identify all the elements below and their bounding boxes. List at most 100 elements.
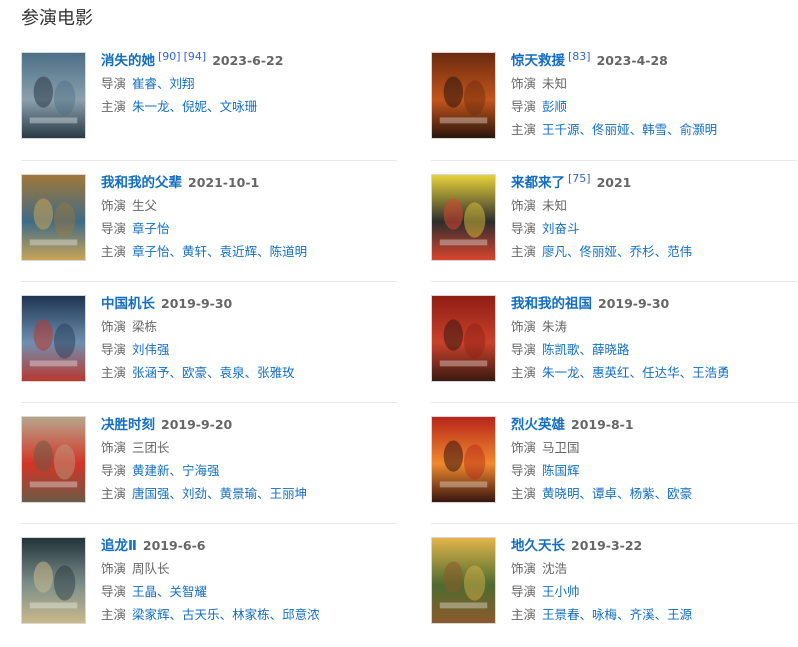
actor-link[interactable]: 王浩勇 xyxy=(692,365,730,380)
actor-link[interactable]: 王千源 xyxy=(542,122,580,137)
movie-poster[interactable] xyxy=(21,52,86,139)
actor-link[interactable]: 张涵予 xyxy=(132,365,170,380)
actor-link[interactable]: 古天乐 xyxy=(182,607,220,622)
movie-poster[interactable] xyxy=(431,416,496,503)
citation-ref[interactable]: [83] xyxy=(568,50,591,63)
actor-link[interactable]: 谭卓 xyxy=(592,486,617,501)
actor-link[interactable]: 刘劲 xyxy=(182,486,207,501)
actor-link[interactable]: 陈道明 xyxy=(270,244,308,259)
actor-link[interactable]: 黄轩 xyxy=(182,244,207,259)
actor-link[interactable]: 乔杉 xyxy=(630,244,655,259)
role-row: 饰演 周队长 xyxy=(101,557,397,580)
movie-poster[interactable] xyxy=(431,537,496,624)
actor-link[interactable]: 韩雪 xyxy=(642,122,667,137)
actor-link[interactable]: 王丽坤 xyxy=(270,486,308,501)
director-link[interactable]: 彭顺 xyxy=(542,99,567,114)
movie-poster[interactable] xyxy=(431,295,496,382)
director-link[interactable]: 王晶 xyxy=(132,584,157,599)
movie-info: 我和我的父辈 2021-10-1 饰演 生父 导演 章子怡 主演 章子怡、黄轩、袁近辉、陈道明 xyxy=(101,172,397,263)
role-row: 饰演 沈浩 xyxy=(511,557,798,580)
release-date: 2021 xyxy=(596,175,632,190)
poster-image xyxy=(432,417,495,502)
actor-link[interactable]: 杨紫 xyxy=(630,486,655,501)
name-delimiter: 、 xyxy=(169,463,183,478)
director-link[interactable]: 刘伟强 xyxy=(132,342,170,357)
movie-title-link[interactable]: 地久天长 xyxy=(511,538,565,554)
director-row: 导演 王小帅 xyxy=(511,580,798,603)
actor-link[interactable]: 廖凡 xyxy=(542,244,567,259)
actor-link[interactable]: 朱一龙 xyxy=(542,365,580,380)
actor-link[interactable]: 王景春 xyxy=(542,607,580,622)
actor-link[interactable]: 倪妮 xyxy=(182,99,207,114)
director-link[interactable]: 薛晓路 xyxy=(592,342,630,357)
director-link[interactable]: 章子怡 xyxy=(132,221,170,236)
actor-link[interactable]: 邱意浓 xyxy=(282,607,320,622)
name-delimiter: 、 xyxy=(269,607,283,622)
movie-title-link[interactable]: 来都来了 xyxy=(511,175,565,191)
director-link[interactable]: 陈凯歌 xyxy=(542,342,580,357)
movie-card: 来都来了 [75] 2021 饰演 未知 导演 刘奋斗 主演 廖凡、佟丽娅、乔杉、范伟 xyxy=(431,172,798,284)
role-name: 梁栋 xyxy=(132,319,158,334)
citation-ref[interactable]: [94] xyxy=(184,50,207,63)
actor-link[interactable]: 张雅玫 xyxy=(257,365,295,380)
actor-link[interactable]: 朱一龙 xyxy=(132,99,170,114)
actor-link[interactable]: 黄晓明 xyxy=(542,486,580,501)
actor-link[interactable]: 佟丽娅 xyxy=(592,122,630,137)
movie-poster[interactable] xyxy=(431,174,496,261)
actor-link[interactable]: 佟丽娅 xyxy=(580,244,618,259)
actor-link[interactable]: 唐国强 xyxy=(132,486,170,501)
movie-title-link[interactable]: 惊天救援 xyxy=(511,53,565,69)
actor-link[interactable]: 俞灏明 xyxy=(680,122,718,137)
movie-title-link[interactable]: 我和我的祖国 xyxy=(511,296,592,312)
actor-link[interactable]: 章子怡 xyxy=(132,244,170,259)
director-row: 导演 崔睿、刘翔 xyxy=(101,72,397,95)
director-link[interactable]: 王小帅 xyxy=(542,584,580,599)
movie-title-link[interactable]: 我和我的父辈 xyxy=(101,175,182,191)
role-name: 三团长 xyxy=(132,440,170,455)
starring-row-label: 主演 xyxy=(101,486,127,501)
actor-link[interactable]: 欧豪 xyxy=(667,486,692,501)
movie-poster[interactable] xyxy=(21,537,86,624)
actor-link[interactable]: 袁近辉 xyxy=(220,244,258,259)
movie-title-link[interactable]: 决胜时刻 xyxy=(101,417,155,433)
actor-link[interactable]: 黄景瑜 xyxy=(220,486,258,501)
actor-link[interactable]: 欧豪 xyxy=(182,365,207,380)
actor-link[interactable]: 齐溪 xyxy=(630,607,655,622)
director-link[interactable]: 崔睿 xyxy=(132,76,157,91)
movie-poster[interactable] xyxy=(21,295,86,382)
actor-link[interactable]: 袁泉 xyxy=(220,365,245,380)
actor-link[interactable]: 文咏珊 xyxy=(220,99,258,114)
director-link[interactable]: 宁海强 xyxy=(182,463,220,478)
actor-link[interactable]: 梁家辉 xyxy=(132,607,170,622)
director-link[interactable]: 刘翔 xyxy=(170,76,195,91)
movie-poster[interactable] xyxy=(21,416,86,503)
movie-title-link[interactable]: 烈火英雄 xyxy=(511,417,565,433)
role-row: 饰演 未知 xyxy=(511,194,798,217)
actor-link[interactable]: 范伟 xyxy=(667,244,692,259)
name-delimiter: 、 xyxy=(654,607,668,622)
director-link[interactable]: 刘奋斗 xyxy=(542,221,580,236)
starring-row-label: 主演 xyxy=(511,365,537,380)
movie-poster[interactable] xyxy=(21,174,86,261)
actor-link[interactable]: 林家栋 xyxy=(232,607,270,622)
actor-link[interactable]: 王源 xyxy=(667,607,692,622)
starring-row-label: 主演 xyxy=(101,607,127,622)
movie-title-link[interactable]: 消失的她 xyxy=(101,53,155,69)
director-link[interactable]: 陈国辉 xyxy=(542,463,580,478)
movie-title-link[interactable]: 中国机长 xyxy=(101,296,155,312)
citation-ref[interactable]: [90] xyxy=(158,50,181,63)
movie-card: 中国机长 2019-9-30 饰演 梁栋 导演 刘伟强 主演 张涵予、欧豪、袁泉、张雅玫 xyxy=(21,295,397,405)
name-delimiter: 、 xyxy=(617,244,630,259)
actor-link[interactable]: 任达华 xyxy=(642,365,680,380)
actor-link[interactable]: 惠英红 xyxy=(592,365,630,380)
release-date: 2019-8-1 xyxy=(571,417,634,432)
citation-ref[interactable]: [75] xyxy=(568,172,591,185)
movie-card: 消失的她 [90] [94] 2023-6-22 导演 崔睿、刘翔 主演 朱一龙、倪妮、文咏珊 xyxy=(21,50,397,162)
actor-link[interactable]: 咏梅 xyxy=(592,607,617,622)
director-link[interactable]: 关智耀 xyxy=(170,584,208,599)
movie-card: 我和我的祖国 2019-9-30 饰演 朱涛 导演 陈凯歌、薛晓路 主演 朱一龙、惠英红、任达… xyxy=(431,295,798,405)
director-link[interactable]: 黄建新 xyxy=(132,463,170,478)
movie-title-link[interactable]: 追龙Ⅱ xyxy=(101,538,137,554)
movie-poster[interactable] xyxy=(431,52,496,139)
starring-row: 主演 廖凡、佟丽娅、乔杉、范伟 xyxy=(511,240,798,263)
